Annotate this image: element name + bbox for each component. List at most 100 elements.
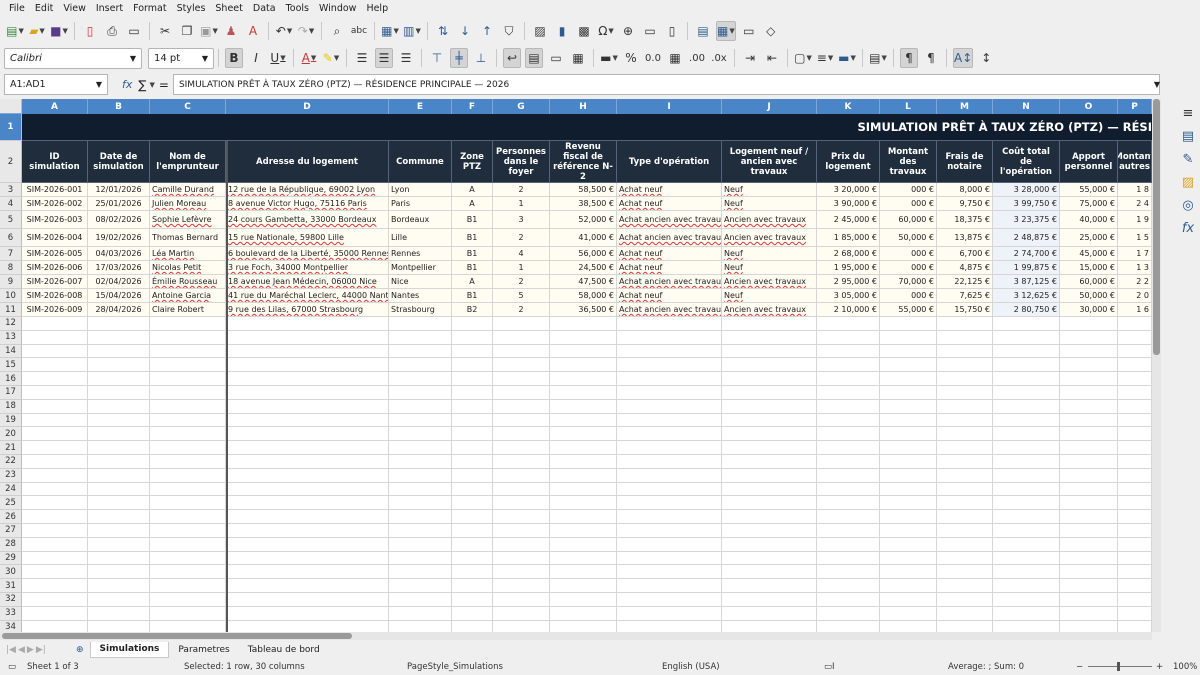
empty-cell[interactable] [817,620,880,632]
empty-cell[interactable] [226,551,389,566]
empty-cell[interactable] [389,537,452,552]
empty-cell[interactable] [150,620,226,632]
empty-cell[interactable] [452,330,493,345]
formula-input[interactable]: SIMULATION PRÊT À TAUX ZÉRO (PTZ) — RÉSI… [172,74,1160,95]
table-cell[interactable]: 1 99,875 € [993,261,1060,275]
empty-cell[interactable] [150,524,226,538]
empty-cell[interactable] [22,537,88,552]
empty-cell[interactable] [493,482,550,497]
empty-cell[interactable] [1060,510,1118,524]
empty-cell[interactable] [22,441,88,455]
table-cell[interactable]: 13,875 € [937,229,993,247]
empty-cell[interactable] [22,413,88,428]
empty-cell[interactable] [88,330,150,345]
table-cell[interactable]: 50,000 € [1060,289,1118,303]
empty-cell[interactable] [993,386,1060,400]
empty-cell[interactable] [493,537,550,552]
empty-cell[interactable] [452,606,493,621]
empty-cell[interactable] [937,482,993,497]
table-cell[interactable]: 45,000 € [1060,247,1118,261]
empty-cell[interactable] [817,510,880,524]
empty-cell[interactable] [389,427,452,442]
empty-cell[interactable] [1060,565,1118,580]
table-cell[interactable]: Achat neuf [617,289,722,303]
empty-cell[interactable] [722,620,817,632]
first-sheet-icon[interactable]: |◀ [6,645,16,655]
row-header-19[interactable]: 19 [0,413,22,428]
empty-cell[interactable] [452,620,493,632]
table-cell[interactable]: 3 20,000 € [817,183,880,197]
table-cell[interactable]: 2 [493,303,550,317]
empty-cell[interactable] [880,344,937,359]
empty-cell[interactable] [226,317,389,331]
empty-cell[interactable] [722,427,817,442]
align-left-icon[interactable]: ☰ [353,48,371,68]
italic-icon[interactable]: I [247,48,265,68]
empty-cell[interactable] [1060,496,1118,511]
empty-cell[interactable] [550,537,617,552]
zoom-out-icon[interactable]: − [1076,662,1083,672]
selection-mode-icon[interactable]: ▭I [824,662,835,672]
empty-cell[interactable] [1118,565,1152,580]
empty-cell[interactable] [1060,399,1118,414]
insert-image-icon[interactable]: ▨ [531,21,549,41]
empty-cell[interactable] [88,537,150,552]
show-draw-functions-icon[interactable]: ◇ [762,21,780,41]
table-cell[interactable]: 8 avenue Victor Hugo, 75116 Paris [226,197,389,211]
clone-formatting-icon[interactable]: ♟ [222,21,240,41]
font-size-box[interactable]: 14 pt ▼ [148,47,214,69]
empty-cell[interactable] [226,524,389,538]
define-print-area-icon[interactable]: ▤ [694,21,712,41]
empty-cell[interactable] [88,620,150,632]
empty-cell[interactable] [452,565,493,580]
empty-cell[interactable] [452,441,493,455]
table-cell[interactable]: 22,125 € [937,275,993,289]
table-cell[interactable]: Rennes [389,247,452,261]
empty-cell[interactable] [452,579,493,593]
headers-footers-icon[interactable]: ▯ [663,21,681,41]
empty-cell[interactable] [1118,510,1152,524]
empty-cell[interactable] [22,496,88,511]
empty-cell[interactable] [1118,399,1152,414]
empty-cell[interactable] [150,593,226,607]
empty-cell[interactable] [1060,317,1118,331]
table-cell[interactable]: 2 80,750 € [993,303,1060,317]
empty-cell[interactable] [817,344,880,359]
table-cell[interactable]: Neuf [722,247,817,261]
right-to-left-icon[interactable]: ¶ [922,48,940,68]
empty-cell[interactable] [880,441,937,455]
table-cell[interactable]: 55,000 € [1060,183,1118,197]
expand-formula-icon[interactable]: ▼ [1154,80,1160,89]
table-cell[interactable]: 2 68,000 € [817,247,880,261]
empty-cell[interactable] [617,606,722,621]
row-header-15[interactable]: 15 [0,358,22,373]
empty-cell[interactable] [993,427,1060,442]
empty-cell[interactable] [1060,482,1118,497]
table-cell[interactable]: 1 9 [1118,211,1152,229]
empty-cell[interactable] [1118,386,1152,400]
table-cell[interactable]: 15/04/2026 [88,289,150,303]
table-cell[interactable]: SIM-2026-003 [22,211,88,229]
empty-cell[interactable] [817,455,880,469]
empty-cell[interactable] [22,468,88,483]
row-header-23[interactable]: 23 [0,468,22,483]
column-header-k[interactable]: K [817,99,880,114]
empty-cell[interactable] [88,510,150,524]
comment-icon[interactable]: ▭ [641,21,659,41]
empty-cell[interactable] [226,455,389,469]
empty-cell[interactable] [493,441,550,455]
empty-cell[interactable] [550,524,617,538]
row-header-2[interactable]: 2 [0,141,22,183]
column-header-l[interactable]: L [880,99,937,114]
empty-cell[interactable] [880,537,937,552]
table-cell[interactable]: 18,375 € [937,211,993,229]
empty-cell[interactable] [389,579,452,593]
empty-cell[interactable] [452,496,493,511]
empty-cell[interactable] [550,372,617,386]
empty-cell[interactable] [493,358,550,373]
table-cell[interactable]: 17/03/2026 [88,261,150,275]
empty-cell[interactable] [389,399,452,414]
empty-cell[interactable] [880,620,937,632]
table-cell[interactable]: 3 rue Foch, 34000 Montpellier [226,261,389,275]
table-cell[interactable]: Achat ancien avec travaux [617,211,722,229]
